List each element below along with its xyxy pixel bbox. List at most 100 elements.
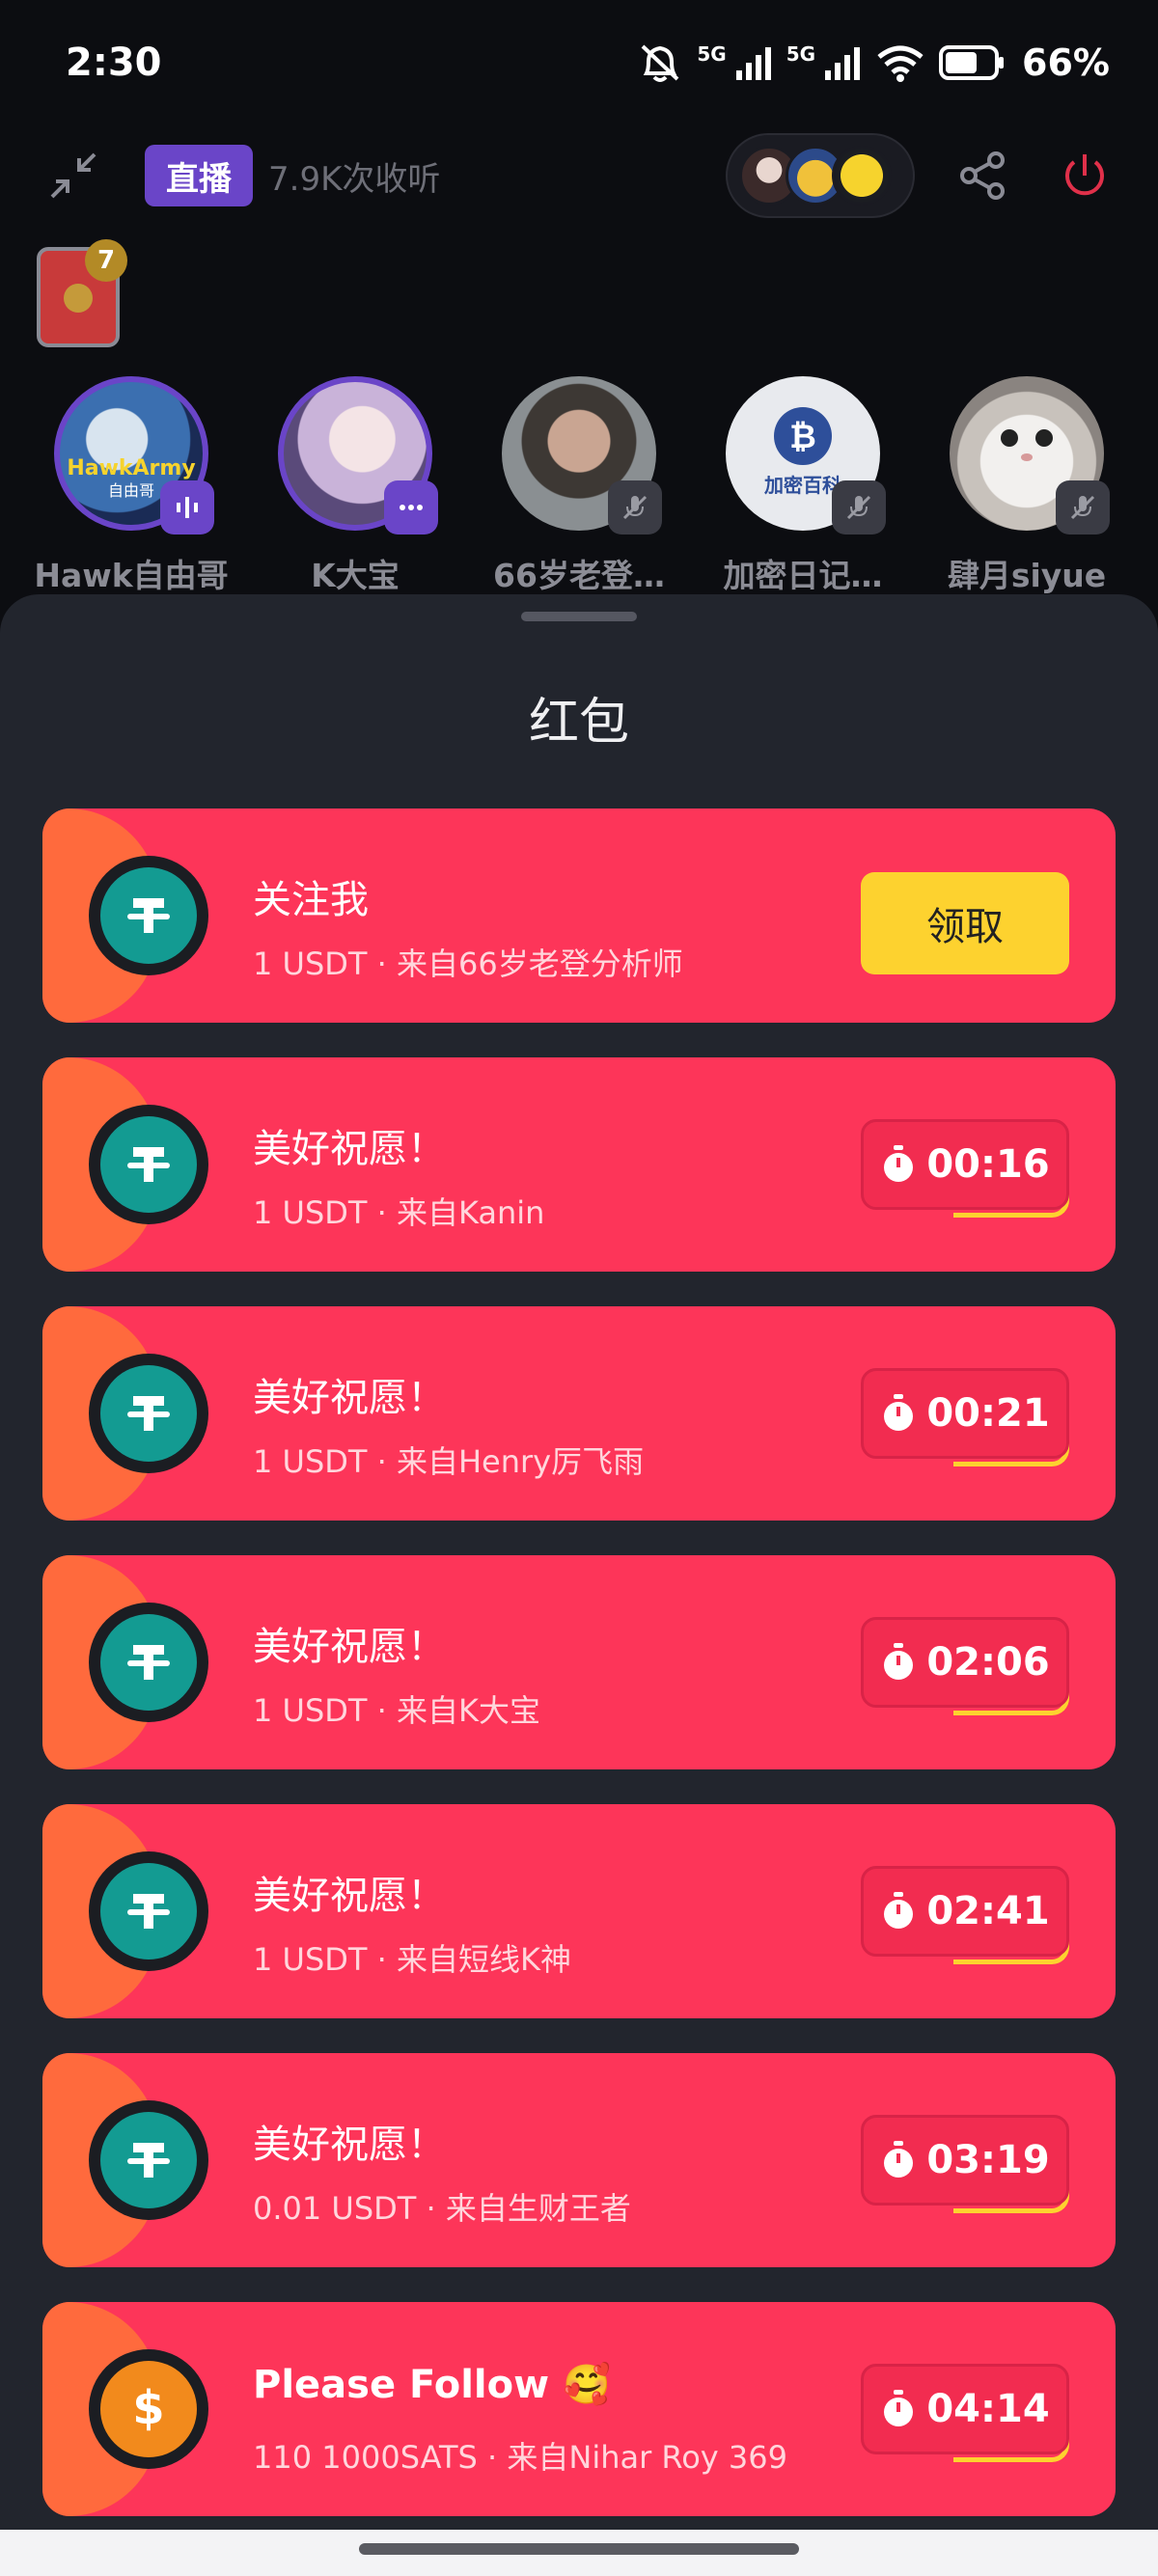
signal-icon	[825, 47, 861, 80]
red-packet-item[interactable]: 关注我 1 USDT · 来自66岁老登分析师 领取	[42, 808, 1116, 1023]
more-dots-icon	[400, 505, 423, 510]
red-packet-item[interactable]: 美好祝愿！ 1 USDT · 来自短线K神 02:41	[42, 1804, 1116, 2018]
countdown-timer: 00:16	[861, 1119, 1069, 1210]
speaker-name: 66岁老登…	[493, 557, 665, 594]
mic-muted-badge	[1056, 480, 1110, 534]
timer-text: 03:19	[926, 2138, 1050, 2182]
speaker[interactable]: HawkArmy 自由哥 Hawk自由哥	[30, 376, 233, 598]
listen-count: 7.9K次收听	[268, 159, 441, 199]
countdown-timer: 04:14	[861, 2364, 1069, 2454]
usdt-icon	[100, 867, 197, 964]
sheet-drag-handle[interactable]	[521, 612, 637, 621]
share-icon	[960, 151, 1005, 200]
collapse-icon	[50, 152, 96, 199]
live-badge: 直播	[145, 145, 253, 206]
coin-badge	[89, 2100, 208, 2220]
countdown-timer: 02:06	[861, 1617, 1069, 1708]
usdt-icon	[100, 1365, 197, 1462]
speaker[interactable]: K大宝	[254, 376, 456, 598]
logo-text: 加密百科	[763, 474, 841, 497]
mic-muted-badge	[608, 480, 662, 534]
stopwatch-icon	[884, 2390, 914, 2426]
red-packet-item[interactable]: 美好祝愿！ 1 USDT · 来自Kanin 00:16	[42, 1057, 1116, 1272]
timer-text: 02:41	[926, 1889, 1050, 1933]
red-packet-seal	[64, 284, 93, 313]
speaker-avatar-wrap	[278, 376, 438, 534]
red-packet-item[interactable]: $ Please Follow 🥰 110 1000SATS · 来自Nihar…	[42, 2302, 1116, 2516]
packet-subtitle: 1 USDT · 来自K大宝	[253, 1692, 540, 1729]
network-type-1: 5G	[697, 42, 727, 66]
mic-muted-icon	[622, 495, 648, 520]
mic-muted-icon	[1070, 495, 1095, 520]
packet-subtitle: 110 1000SATS · 来自Nihar Roy 369	[253, 2439, 787, 2476]
logo-text: HawkArmy	[67, 456, 195, 480]
red-packet-item[interactable]: 美好祝愿！ 1 USDT · 来自K大宝 02:06	[42, 1555, 1116, 1769]
share-button[interactable]	[948, 141, 1017, 210]
packet-title: Please Follow 🥰	[253, 2363, 611, 2407]
signal-icon	[735, 47, 771, 80]
sheet-title: 红包	[528, 694, 629, 752]
svg-text:₿: ₿	[789, 418, 816, 456]
stopwatch-icon	[884, 1145, 914, 1182]
speaker[interactable]: 66岁老登…	[478, 376, 680, 598]
stopwatch-icon	[884, 1892, 914, 1929]
speaker-name: Hawk自由哥	[34, 557, 229, 594]
speaker-name: K大宝	[311, 557, 400, 594]
status-bar: 2:30 5G 5G 66%	[0, 0, 1158, 125]
timer-text: 00:16	[926, 1142, 1050, 1187]
mic-active-badge	[160, 480, 214, 534]
mic-muted-icon	[846, 495, 871, 520]
countdown-timer: 03:19	[861, 2115, 1069, 2206]
coin-badge	[89, 856, 208, 975]
audio-wave-icon	[177, 497, 198, 518]
home-indicator[interactable]	[359, 2543, 799, 2555]
packet-title: 关注我	[253, 878, 369, 922]
speaker-row: HawkArmy 自由哥 Hawk自由哥 K大宝 66岁老登… ₿ 加密百科 加…	[0, 376, 1158, 598]
status-icons: 5G 5G 66%	[637, 41, 1110, 85]
mic-muted-badge	[832, 480, 886, 534]
claim-button[interactable]: 领取	[861, 872, 1069, 974]
timer-text: 02:06	[926, 1640, 1050, 1685]
packet-title: 美好祝愿！	[253, 1625, 446, 1669]
live-header: 直播 7.9K次收听	[0, 133, 1158, 218]
timer-text: 00:21	[926, 1391, 1050, 1436]
mic-active-badge	[384, 480, 438, 534]
packet-title: 美好祝愿！	[253, 1376, 446, 1420]
red-packet-item[interactable]: 美好祝愿！ 1 USDT · 来自Henry厉飞雨 00:21	[42, 1306, 1116, 1521]
stopwatch-icon	[884, 1394, 914, 1431]
usdt-icon	[100, 1116, 197, 1213]
network-type-2: 5G	[786, 42, 816, 66]
speaker[interactable]: ₿ 加密百科 加密日记…	[702, 376, 904, 598]
packet-title: 美好祝愿！	[253, 2123, 446, 2167]
logo-subtext: 自由哥	[108, 481, 154, 500]
packet-title: 美好祝愿！	[253, 1874, 446, 1918]
listener-avatar	[832, 146, 892, 206]
packet-subtitle: 1 USDT · 来自Henry厉飞雨	[253, 1443, 645, 1480]
usdt-icon	[100, 1863, 197, 1959]
battery-icon	[939, 45, 1005, 80]
speaker-avatar-wrap	[502, 376, 662, 534]
speaker-avatar-wrap	[950, 376, 1110, 534]
red-packet-item[interactable]: 美好祝愿！ 0.01 USDT · 来自生财王者 03:19	[42, 2053, 1116, 2267]
status-time: 2:30	[66, 41, 162, 85]
coin-badge	[89, 1105, 208, 1224]
countdown-timer: 02:41	[861, 1866, 1069, 1957]
speaker-avatar-wrap: HawkArmy 自由哥	[54, 376, 214, 534]
coin-badge: $	[89, 2349, 208, 2469]
packet-title: 美好祝愿！	[253, 1127, 446, 1171]
packet-subtitle: 0.01 USDT · 来自生财王者	[253, 2190, 631, 2227]
usdt-icon	[100, 1614, 197, 1711]
red-packet-count-badge: 7	[85, 239, 127, 282]
leave-button[interactable]	[1050, 141, 1119, 210]
stopwatch-icon	[884, 1643, 914, 1680]
coin-badge	[89, 1603, 208, 1722]
packet-subtitle: 1 USDT · 来自短线K神	[253, 1941, 571, 1978]
header-actions	[726, 133, 1119, 218]
svg-text:$: $	[132, 2381, 164, 2435]
collapse-button[interactable]	[39, 141, 108, 210]
speaker[interactable]: 肆月siyue	[925, 376, 1128, 598]
power-icon	[1065, 154, 1104, 196]
stopwatch-icon	[884, 2141, 914, 2178]
coin-badge	[89, 1851, 208, 1971]
listener-avatars[interactable]	[726, 133, 915, 218]
